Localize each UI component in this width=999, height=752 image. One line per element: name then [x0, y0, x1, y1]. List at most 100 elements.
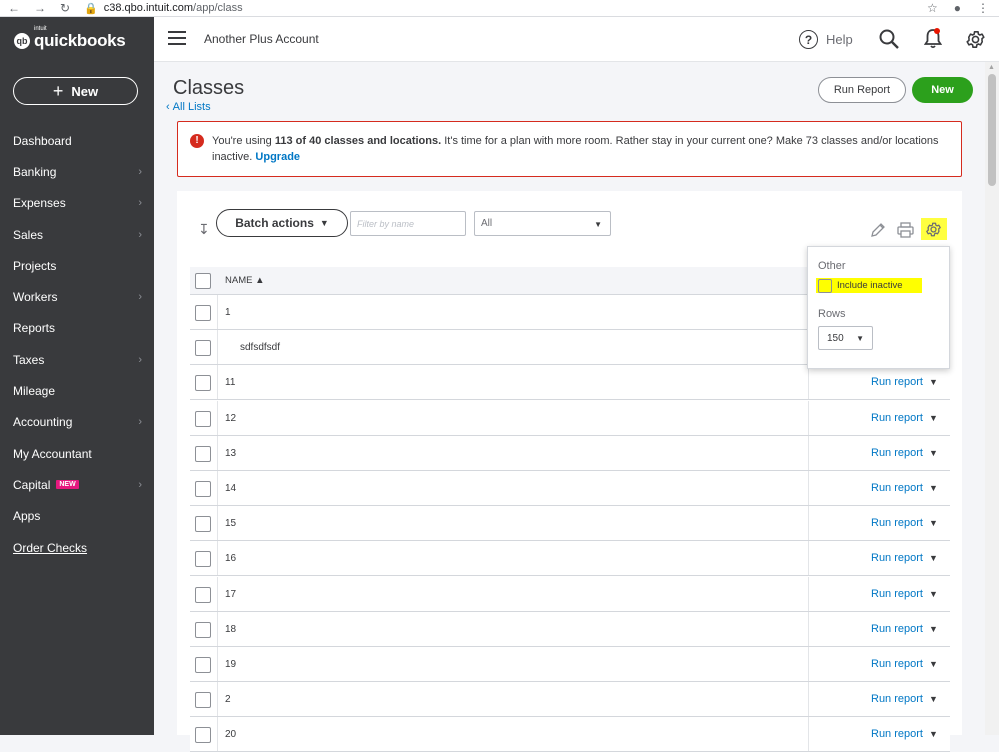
row-run-report-link[interactable]: Run report ▼ [871, 517, 938, 529]
rows-per-page-value: 150 [827, 332, 844, 344]
include-inactive-checkbox[interactable] [818, 278, 832, 293]
row-checkbox[interactable] [195, 481, 211, 497]
column-divider [217, 541, 218, 576]
sidebar-item-projects[interactable]: Projects [0, 250, 154, 281]
row-run-report-link[interactable]: Run report ▼ [871, 588, 938, 600]
gear-icon[interactable] [965, 29, 986, 50]
row-run-report-link[interactable]: Run report ▼ [871, 552, 938, 564]
column-divider [808, 471, 809, 505]
sidebar-item-label: Mileage [13, 384, 56, 399]
name-column-header[interactable]: NAME ▲ [225, 275, 265, 286]
row-checkbox[interactable] [195, 516, 211, 533]
sidebar-item-order-checks[interactable]: Order Checks [0, 532, 154, 563]
run-report-label: Run report [871, 552, 923, 565]
caret-down-icon[interactable]: ▼ [929, 659, 938, 669]
address-bar[interactable]: 🔒 c38.qbo.intuit.com/app/class [84, 2, 243, 15]
row-run-report-link[interactable]: Run report ▼ [871, 376, 938, 388]
sidebar-item-banking[interactable]: Banking › [0, 156, 154, 187]
search-icon[interactable] [879, 29, 899, 49]
all-lists-link[interactable]: ‹ All Lists [166, 101, 211, 113]
reload-icon[interactable]: ↻ [60, 1, 70, 15]
row-checkbox[interactable] [195, 621, 211, 638]
top-header: Another Plus Account ? Help [154, 17, 999, 62]
table-settings-gear-icon[interactable] [925, 221, 942, 238]
qb-logo-icon: qb [14, 33, 30, 49]
row-run-report-link[interactable]: Run report ▼ [871, 447, 938, 459]
class-name: 13 [225, 447, 237, 459]
sidebar-item-reports[interactable]: Reports [0, 313, 154, 344]
caret-down-icon[interactable]: ▼ [929, 377, 938, 387]
sidebar-item-sales[interactable]: Sales › [0, 219, 154, 250]
class-name: 18 [225, 623, 237, 635]
scroll-up-icon[interactable]: ▲ [988, 64, 995, 71]
caret-down-icon[interactable]: ▼ [929, 694, 938, 704]
sidebar-item-label: Banking [13, 164, 57, 179]
row-checkbox[interactable] [195, 692, 211, 709]
caret-down-icon[interactable]: ▼ [929, 624, 938, 634]
sidebar-item-taxes[interactable]: Taxes › [0, 344, 154, 375]
row-checkbox[interactable] [195, 305, 211, 321]
notification-dot [934, 28, 940, 34]
class-name: 1 [225, 307, 231, 318]
row-checkbox[interactable] [195, 375, 211, 392]
batch-actions-button[interactable]: Batch actions ▼ [216, 209, 348, 237]
quickbooks-logo[interactable]: qb intuit quickbooks [14, 26, 126, 51]
row-checkbox[interactable] [195, 727, 211, 744]
column-divider [808, 365, 809, 400]
upgrade-link[interactable]: Upgrade [255, 151, 300, 163]
scrollbar-thumb[interactable] [988, 74, 996, 186]
row-run-report-link[interactable]: Run report ▼ [871, 728, 938, 740]
caret-down-icon[interactable]: ▼ [929, 589, 938, 599]
sidebar-item-my-accountant[interactable]: My Accountant [0, 438, 154, 469]
caret-down-icon[interactable]: ▼ [929, 729, 938, 739]
select-all-checkbox[interactable] [195, 273, 211, 289]
sidebar-item-label: Sales [13, 227, 44, 242]
column-divider [217, 506, 218, 541]
row-run-report-link[interactable]: Run report ▼ [871, 693, 938, 705]
row-run-report-link[interactable]: Run report ▼ [871, 482, 938, 494]
back-arrow-icon[interactable]: ← [8, 1, 20, 15]
hamburger-menu-icon[interactable] [168, 31, 186, 45]
caret-down-icon[interactable]: ▼ [929, 413, 938, 423]
status-select[interactable]: All ▼ [474, 211, 611, 236]
pencil-icon[interactable] [870, 222, 886, 238]
row-checkbox[interactable] [195, 551, 211, 568]
sidebar-item-mileage[interactable]: Mileage [0, 375, 154, 406]
row-checkbox[interactable] [195, 410, 211, 427]
row-checkbox[interactable] [195, 657, 211, 673]
rows-per-page-select[interactable]: 150 ▼ [818, 326, 873, 350]
sidebar-new-button[interactable]: + New [13, 77, 138, 105]
row-run-report-link[interactable]: Run report ▼ [871, 412, 938, 424]
caret-down-icon[interactable]: ▼ [929, 448, 938, 458]
new-class-button[interactable]: New [912, 77, 973, 103]
row-checkbox[interactable] [195, 445, 211, 462]
page-scrollbar[interactable]: ▲ [985, 62, 999, 735]
sidebar-item-dashboard[interactable]: Dashboard [0, 125, 154, 156]
row-checkbox[interactable] [195, 586, 211, 603]
menu-dots-icon[interactable]: ⋮ [977, 1, 989, 15]
print-icon[interactable] [897, 222, 914, 238]
row-checkbox[interactable] [195, 340, 211, 357]
profile-icon[interactable]: ● [954, 1, 961, 15]
sidebar-item-expenses[interactable]: Expenses › [0, 188, 154, 219]
run-report-button[interactable]: Run Report [818, 77, 906, 103]
sidebar-item-capital[interactable]: Capital NEW › [0, 469, 154, 500]
star-icon[interactable]: ☆ [927, 1, 938, 15]
caret-down-icon: ▼ [319, 218, 329, 228]
filter-by-name-input[interactable]: Filter by name [350, 211, 466, 236]
caret-down-icon[interactable]: ▼ [929, 553, 938, 563]
column-divider [217, 471, 218, 505]
caret-down-icon[interactable]: ▼ [929, 518, 938, 528]
forward-arrow-icon[interactable]: → [34, 1, 46, 15]
row-run-report-link[interactable]: Run report ▼ [871, 658, 938, 670]
sidebar-item-workers[interactable]: Workers › [0, 281, 154, 312]
run-report-label: Run report [871, 376, 923, 389]
help-button[interactable]: ? Help [799, 30, 853, 49]
row-run-report-link[interactable]: Run report ▼ [871, 623, 938, 635]
caret-down-icon[interactable]: ▼ [929, 483, 938, 493]
sort-arrow-icon[interactable]: ↧ [198, 221, 210, 238]
sidebar-item-accounting[interactable]: Accounting › [0, 407, 154, 438]
include-inactive-option[interactable]: Include inactive [816, 278, 922, 293]
column-divider [217, 717, 218, 752]
sidebar-item-apps[interactable]: Apps [0, 501, 154, 532]
